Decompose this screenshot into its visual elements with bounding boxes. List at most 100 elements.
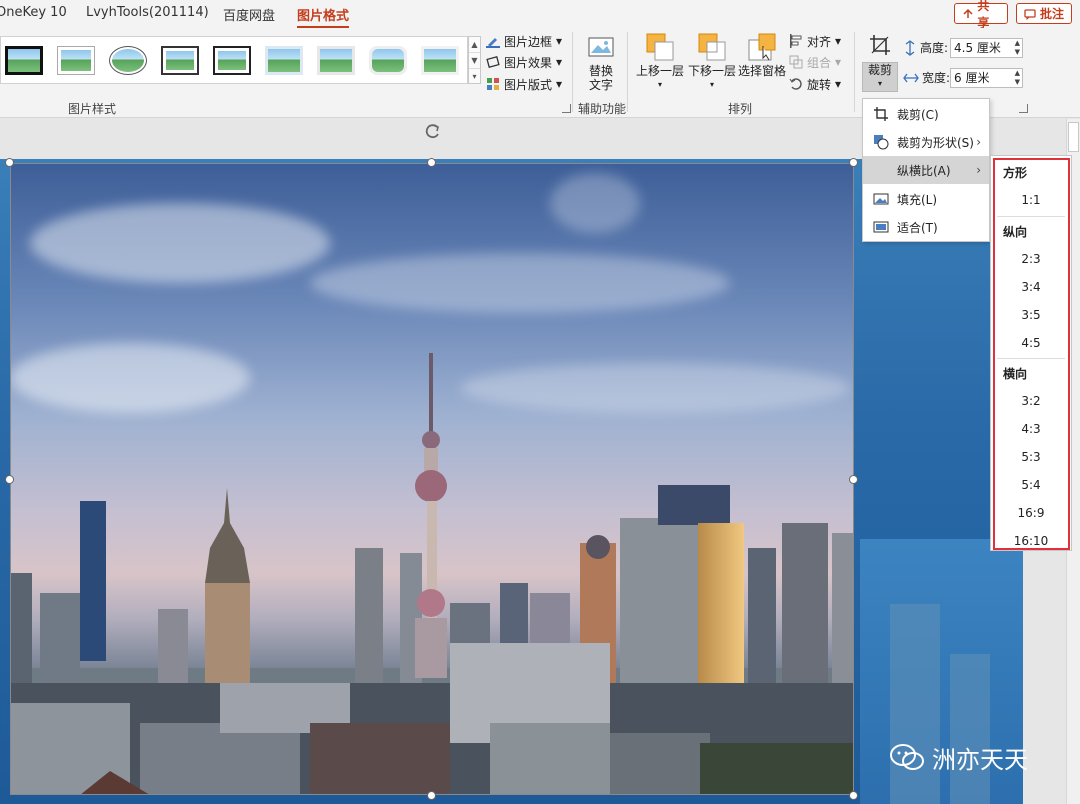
- submenu-chevron-icon: ›: [976, 135, 981, 149]
- resize-handle-left[interactable]: [5, 475, 14, 484]
- comment-button[interactable]: 批注: [1016, 3, 1072, 24]
- picture-styles-group-label: 图片样式: [68, 102, 117, 116]
- size-launcher[interactable]: [1019, 104, 1028, 113]
- watermark: 洲亦天天: [890, 740, 1028, 775]
- alt-text-icon: [586, 32, 616, 62]
- watermark-text: 洲亦天天: [932, 746, 1028, 774]
- align-button[interactable]: 对齐 ▾: [789, 31, 841, 51]
- ratio-item-2-3[interactable]: 2:3: [991, 252, 1071, 266]
- menu-item-aspect-ratio[interactable]: 纵横比(A) ›: [863, 156, 989, 184]
- tab-picture-format[interactable]: 图片格式: [297, 5, 350, 29]
- resize-handle-top-right[interactable]: [849, 158, 858, 167]
- style-thumb-dark[interactable]: [213, 46, 251, 75]
- fill-icon: [873, 193, 889, 205]
- bring-forward-button[interactable]: 上移一层 ▾: [636, 32, 684, 92]
- share-button[interactable]: 共享: [954, 0, 1008, 30]
- picture-border-icon: [486, 38, 500, 48]
- crop-button[interactable]: 裁剪 ▾: [862, 62, 898, 92]
- tab-onekey[interactable]: OneKey 10: [0, 5, 67, 20]
- ratio-item-5-4[interactable]: 5:4: [991, 478, 1071, 492]
- rotate-label: 旋转: [807, 77, 832, 92]
- gallery-up-icon[interactable]: ▲: [469, 37, 480, 53]
- height-label: 高度:: [920, 41, 949, 55]
- align-icon: [790, 34, 802, 48]
- height-label-group: 高度:: [903, 39, 948, 56]
- gallery-scroll[interactable]: ▲ ▼ ▾: [468, 36, 481, 84]
- resize-handle-top-left[interactable]: [5, 158, 14, 167]
- ratio-item-3-2[interactable]: 3:2: [991, 394, 1071, 408]
- style-thumb-rotated[interactable]: [317, 46, 355, 75]
- menu-item-crop[interactable]: 裁剪(C): [863, 100, 989, 128]
- rotate-handle-icon[interactable]: [422, 121, 442, 141]
- ratio-item-5-3[interactable]: 5:3: [991, 450, 1071, 464]
- crop-dropdown-menu: 裁剪(C) 裁剪为形状(S) › 纵横比(A) › 填充(L) 适合(T): [862, 98, 990, 242]
- style-thumb-rounded[interactable]: [369, 46, 407, 75]
- arrange-group-label: 排列: [728, 102, 753, 116]
- menu-item-crop-to-shape[interactable]: 裁剪为形状(S) ›: [863, 128, 989, 156]
- menu-item-aspect-ratio-label: 纵横比(A): [897, 163, 951, 178]
- group-icon: [789, 55, 803, 69]
- accessibility-group-label: 辅助功能: [578, 102, 627, 116]
- height-spinner[interactable]: ▲ ▼: [1015, 39, 1020, 57]
- style-thumb-soft[interactable]: [265, 46, 303, 75]
- ratio-item-16-9[interactable]: 16:9: [991, 506, 1071, 520]
- alt-text-button[interactable]: 替换 文字: [582, 32, 620, 92]
- group-button[interactable]: 组合 ▾: [789, 52, 841, 72]
- selection-pane-icon: [747, 32, 777, 62]
- rotate-button[interactable]: 旋转 ▾: [789, 74, 841, 94]
- width-label: 宽度:: [922, 71, 951, 85]
- tab-lvyhtools[interactable]: LvyhTools(201114): [86, 5, 209, 20]
- width-label-group: 宽度:: [903, 69, 950, 86]
- height-icon: [905, 39, 915, 56]
- menu-item-crop-label: 裁剪(C): [897, 107, 939, 122]
- resize-handle-right[interactable]: [849, 475, 858, 484]
- submenu-chevron-icon: ›: [976, 163, 981, 177]
- crop-large-icon[interactable]: [868, 33, 892, 57]
- bring-forward-icon: [645, 32, 675, 62]
- style-thumb-simple[interactable]: [57, 46, 95, 75]
- picture-effects-button[interactable]: 图片效果 ▾: [486, 52, 562, 72]
- share-label: 共享: [977, 0, 990, 30]
- style-thumb-thick[interactable]: [161, 46, 199, 75]
- shape-crop-icon: [874, 135, 889, 150]
- resize-handle-top[interactable]: [427, 158, 436, 167]
- tab-baidu-netdisk[interactable]: 百度网盘: [223, 5, 275, 24]
- menu-item-crop-to-shape-label: 裁剪为形状(S): [897, 135, 974, 150]
- group-label: 组合: [807, 55, 832, 70]
- resize-handle-bottom-right[interactable]: [849, 791, 858, 800]
- selection-pane-button[interactable]: 选择窗格: [738, 32, 786, 78]
- style-thumb-reflected[interactable]: [421, 46, 459, 75]
- ratio-item-1-1[interactable]: 1:1: [991, 193, 1071, 207]
- ratio-item-3-5[interactable]: 3:5: [991, 308, 1071, 322]
- picture-border-label: 图片边框: [504, 34, 553, 49]
- width-spinner[interactable]: ▲ ▼: [1015, 69, 1020, 87]
- gallery-down-icon[interactable]: ▼: [469, 53, 480, 69]
- ratio-item-3-4[interactable]: 3:4: [991, 280, 1071, 294]
- selected-picture[interactable]: [10, 163, 854, 795]
- ratio-item-16-10[interactable]: 16:10: [991, 534, 1071, 548]
- gallery-more-icon[interactable]: ▾: [469, 69, 480, 85]
- menu-item-fill-label: 填充(L): [897, 192, 938, 207]
- height-field[interactable]: 4.5 厘米 ▲ ▼: [950, 38, 1023, 58]
- width-icon: [903, 73, 919, 82]
- menu-item-fit[interactable]: 适合(T): [863, 213, 989, 241]
- picture-layout-button[interactable]: 图片版式 ▾: [486, 74, 562, 94]
- send-backward-button[interactable]: 下移一层 ▾: [688, 32, 736, 92]
- bring-forward-label: 上移一层: [636, 64, 685, 78]
- picture-border-button[interactable]: 图片边框 ▾: [486, 31, 562, 51]
- menu-item-fit-label: 适合(T): [897, 220, 938, 235]
- scrollbar-thumb[interactable]: [1068, 122, 1079, 152]
- ratio-item-4-5[interactable]: 4:5: [991, 336, 1071, 350]
- style-thumb-oval[interactable]: [109, 46, 147, 75]
- style-thumb-black-frame[interactable]: [5, 46, 43, 75]
- ratio-item-4-3[interactable]: 4:3: [991, 422, 1071, 436]
- resize-handle-bottom[interactable]: [427, 791, 436, 800]
- picture-layout-label: 图片版式: [504, 77, 553, 92]
- menu-item-fill[interactable]: 填充(L): [863, 185, 989, 213]
- comment-label: 批注: [1040, 7, 1065, 21]
- picture-layout-icon: [487, 78, 499, 90]
- width-field[interactable]: 6 厘米 ▲ ▼: [950, 68, 1023, 88]
- selection-pane-label: 选择窗格: [738, 64, 787, 78]
- picture-effects-label: 图片效果: [504, 55, 553, 70]
- picture-styles-launcher[interactable]: [562, 104, 571, 113]
